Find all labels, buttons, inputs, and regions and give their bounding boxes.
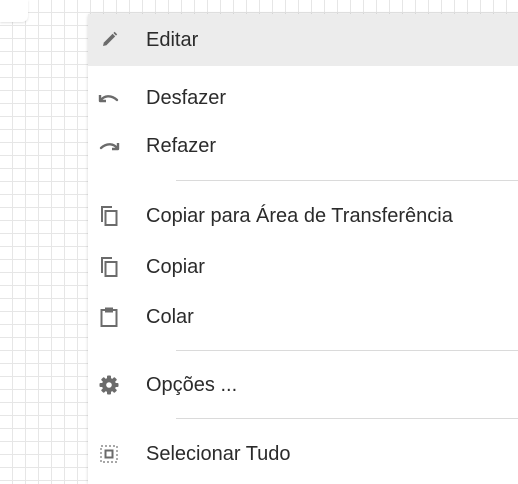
menu-item-options[interactable]: Opções ... — [88, 359, 518, 411]
undo-icon — [95, 84, 123, 112]
select-all-icon — [95, 440, 123, 468]
menu-item-select-all[interactable]: Selecionar Tudo — [88, 428, 518, 480]
clipboard-icon — [95, 303, 123, 331]
menu-separator — [176, 180, 518, 181]
menu-item-label: Opções ... — [146, 373, 238, 396]
copy-icon — [95, 253, 123, 281]
redo-icon — [95, 132, 123, 160]
menu-item-label: Colar — [146, 305, 194, 328]
menu-item-label: Desfazer — [146, 86, 227, 109]
copy-icon — [95, 202, 123, 230]
menu-item-label: Copiar para Área de Transferência — [146, 204, 453, 227]
menu-item-copy-to-clipboard[interactable]: Copiar para Área de Transferência — [88, 190, 518, 242]
menu-item-copy[interactable]: Copiar — [88, 241, 518, 293]
menu-item-redo[interactable]: Refazer — [88, 120, 518, 172]
pencil-icon — [95, 26, 123, 54]
menu-separator — [176, 350, 518, 351]
menu-item-label: Refazer — [146, 134, 217, 157]
gear-icon — [95, 371, 123, 399]
menu-item-label: Selecionar Tudo — [146, 442, 291, 465]
menu-item-paste[interactable]: Colar — [88, 291, 518, 343]
menu-item-edit[interactable]: Editar — [88, 14, 518, 66]
menu-separator — [176, 418, 518, 419]
menu-item-label: Copiar — [146, 255, 205, 278]
menu-item-undo[interactable]: Desfazer — [88, 72, 518, 124]
canvas-corner — [0, 0, 28, 22]
menu-item-label: Editar — [146, 28, 199, 51]
context-menu: Editar Desfazer Refazer Copiar para Área… — [88, 14, 518, 484]
